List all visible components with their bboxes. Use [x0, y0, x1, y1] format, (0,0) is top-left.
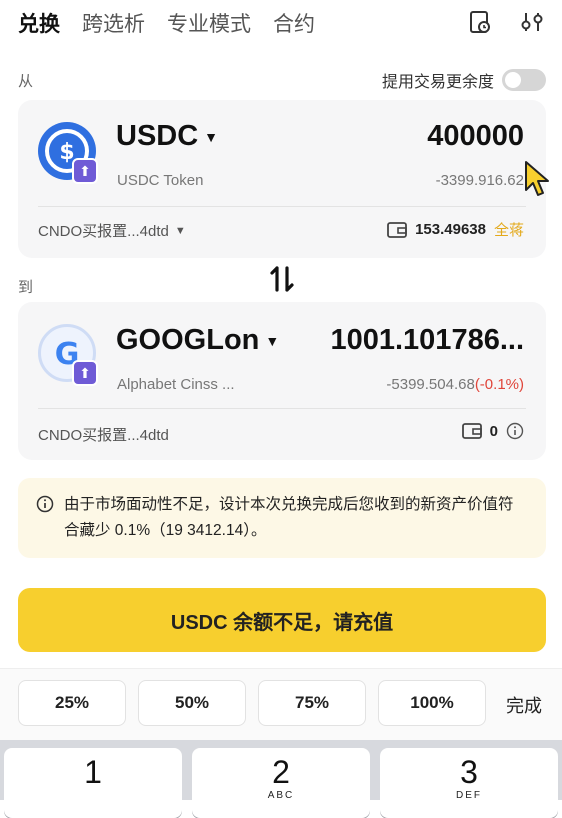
top-icons	[468, 10, 544, 34]
info-icon	[36, 495, 54, 513]
to-token-name: Alphabet Cinss ...	[117, 376, 235, 393]
to-route-label: CNDO买报置...4dtd	[38, 427, 169, 444]
divider	[38, 408, 526, 409]
from-token-selector[interactable]: USDC ▼	[116, 120, 218, 153]
max-button[interactable]: 全蒋	[494, 219, 524, 240]
from-balance-value: 153.49638	[415, 221, 486, 238]
from-route-label: CNDO买报置...4dtd	[38, 223, 169, 240]
from-token-name: USDC Token	[117, 172, 204, 189]
chevron-down-icon: ▼	[265, 332, 280, 349]
key-letters: ABC	[267, 790, 295, 801]
from-card: $ ⬆ USDC ▼ USDC Token 400000 -3399.916.6…	[18, 100, 546, 258]
tab-cross-chain[interactable]: 跨选析	[82, 6, 145, 40]
key-3[interactable]: 3 DEF	[380, 748, 558, 818]
key-digit: 3	[460, 754, 478, 790]
swap-arrows-icon	[270, 266, 294, 292]
key-2[interactable]: 2 ABC	[192, 748, 370, 818]
percent-100-button[interactable]: 100%	[378, 680, 486, 726]
tab-contract[interactable]: 合约	[273, 6, 315, 40]
to-balance: 0	[461, 422, 524, 440]
slippage-toggle-row: 提用交易更余度	[382, 68, 546, 92]
slippage-toggle-label: 提用交易更余度	[381, 74, 494, 91]
history-icon[interactable]	[468, 10, 492, 34]
key-digit: 2	[272, 754, 290, 790]
to-card: G ⬆ GOOGLon ▼ Alphabet Cinss ... 1001.10…	[18, 302, 546, 460]
slippage-toggle[interactable]	[502, 69, 546, 91]
liquidity-warning: 由于市场面动性不足，设计本次兑换完成后您收到的新资产价值符合藏少 0.1%（19…	[18, 478, 546, 558]
warning-text: 由于市场面动性不足，设计本次兑换完成后您收到的新资产价值符合藏少 0.1%（19…	[64, 496, 514, 539]
swap-direction-button[interactable]	[262, 258, 302, 300]
chain-badge-icon: ⬆	[72, 158, 98, 184]
done-button[interactable]: 完成	[506, 692, 542, 718]
from-usd-value: -3399.916.62	[435, 172, 524, 189]
percent-75-button[interactable]: 75%	[258, 680, 366, 726]
from-balance: 153.49638 全蒋	[387, 219, 524, 240]
to-route: CNDO买报置...4dtd	[38, 424, 169, 445]
from-amount-input[interactable]: 400000	[427, 120, 524, 153]
divider	[38, 206, 526, 207]
tab-swap[interactable]: 兑换	[18, 6, 60, 40]
chevron-down-icon: ▼	[174, 224, 186, 237]
to-balance-value: 0	[489, 422, 498, 440]
key-1[interactable]: 1	[4, 748, 182, 818]
wallet-icon	[461, 423, 482, 439]
from-route-selector[interactable]: CNDO买报置...4dtd ▼	[38, 220, 186, 241]
wallet-icon	[387, 221, 407, 238]
from-token-symbol: USDC	[116, 120, 199, 152]
tab-pro-mode[interactable]: 专业模式	[167, 6, 251, 40]
chain-badge-icon: ⬆	[72, 360, 98, 386]
percent-50-button[interactable]: 50%	[138, 680, 246, 726]
key-letters: DEF	[456, 790, 482, 801]
to-amount: 1001.101786...	[330, 324, 524, 356]
chevron-down-icon: ▼	[204, 128, 219, 145]
price-impact: (-0.1%)	[474, 376, 524, 393]
settings-sliders-icon[interactable]	[520, 10, 544, 34]
mouse-cursor-icon	[525, 161, 549, 196]
to-usd-row: -5399.504.68(-0.1%)	[386, 376, 524, 393]
info-icon[interactable]	[506, 422, 524, 440]
from-label: 从	[18, 73, 34, 90]
key-digit: 1	[84, 754, 102, 790]
insufficient-balance-button[interactable]: USDC 余额不足，请充值	[18, 588, 546, 652]
to-token-symbol: GOOGLon	[116, 324, 260, 356]
to-usd-value: -5399.504.68	[386, 376, 475, 393]
to-token-selector[interactable]: GOOGLon ▼	[116, 324, 279, 357]
percent-25-button[interactable]: 25%	[18, 680, 126, 726]
to-label: 到	[18, 279, 34, 296]
top-tabs: 兑换 跨选析 专业模式 合约	[18, 6, 315, 40]
